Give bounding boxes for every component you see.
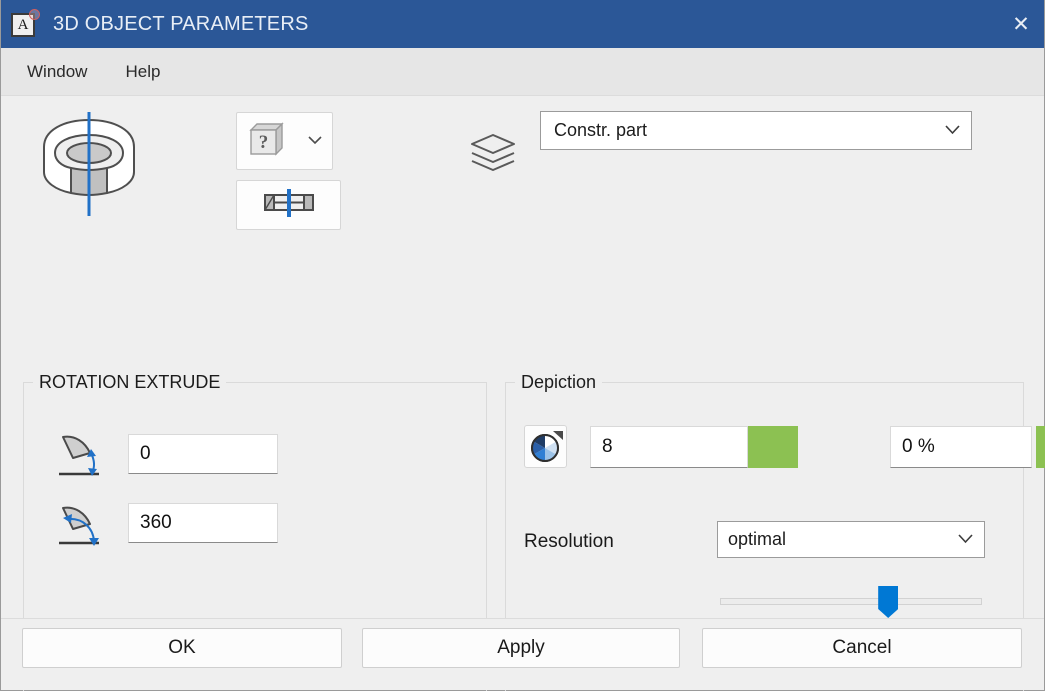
tool-button-column: ? xyxy=(236,112,341,230)
close-icon[interactable]: ✕ xyxy=(998,0,1044,48)
start-angle-input[interactable]: 0 xyxy=(128,434,278,474)
resolution-dropdown-value: optimal xyxy=(728,529,787,549)
title-bar: A 3D OBJECT PARAMETERS ✕ xyxy=(1,0,1044,48)
segment-pie-icon[interactable] xyxy=(524,425,567,468)
window-title: 3D OBJECT PARAMETERS xyxy=(53,12,309,35)
section-view-button[interactable] xyxy=(236,180,341,230)
menu-item-help[interactable]: Help xyxy=(125,62,160,82)
svg-text:?: ? xyxy=(259,132,269,153)
percent-color-swatch[interactable] xyxy=(1036,426,1045,468)
app-icon-badge xyxy=(29,9,40,20)
chevron-down-icon[interactable] xyxy=(944,122,961,140)
shape-type-button[interactable]: ? xyxy=(236,112,333,170)
start-angle-icon xyxy=(57,431,115,479)
resolution-label: Resolution xyxy=(524,531,614,552)
dialog-footer: OK Apply Cancel xyxy=(1,618,1044,690)
ok-button[interactable]: OK xyxy=(22,628,342,668)
rotation-extrude-title: ROTATION EXTRUDE xyxy=(33,372,227,393)
apply-button[interactable]: Apply xyxy=(362,628,680,668)
layer-dropdown[interactable]: Constr. part xyxy=(540,111,972,150)
menu-bar: Window Help xyxy=(1,48,1044,96)
chevron-down-icon[interactable] xyxy=(957,531,974,549)
cancel-button[interactable]: Cancel xyxy=(702,628,1022,668)
segments-color-swatch[interactable] xyxy=(748,426,798,468)
end-angle-icon xyxy=(57,500,115,548)
cube-question-icon: ? xyxy=(243,119,287,164)
dialog-window: A 3D OBJECT PARAMETERS ✕ Window Help ? C… xyxy=(0,0,1045,691)
slider-track[interactable] xyxy=(720,598,982,605)
layers-icon xyxy=(469,132,517,174)
depiction-title: Depiction xyxy=(515,372,603,393)
end-angle-input[interactable]: 360 xyxy=(128,503,278,543)
rotation-solid-preview-icon xyxy=(37,110,141,220)
layer-dropdown-value: Constr. part xyxy=(554,120,648,140)
menu-item-window[interactable]: Window xyxy=(27,62,87,82)
chevron-down-icon[interactable] xyxy=(307,134,323,149)
top-row: ? Constr. part xyxy=(1,96,1044,244)
percent-input[interactable]: 0 % xyxy=(890,426,1032,468)
slider-thumb[interactable] xyxy=(878,586,899,618)
dialog-body: ? Constr. part ROTATION EXTRUDE 0 360 De… xyxy=(1,96,1045,691)
segments-input[interactable]: 8 xyxy=(590,426,748,468)
app-icon: A xyxy=(11,9,40,38)
section-axis-icon xyxy=(260,188,318,223)
resolution-dropdown[interactable]: optimal xyxy=(717,521,985,558)
